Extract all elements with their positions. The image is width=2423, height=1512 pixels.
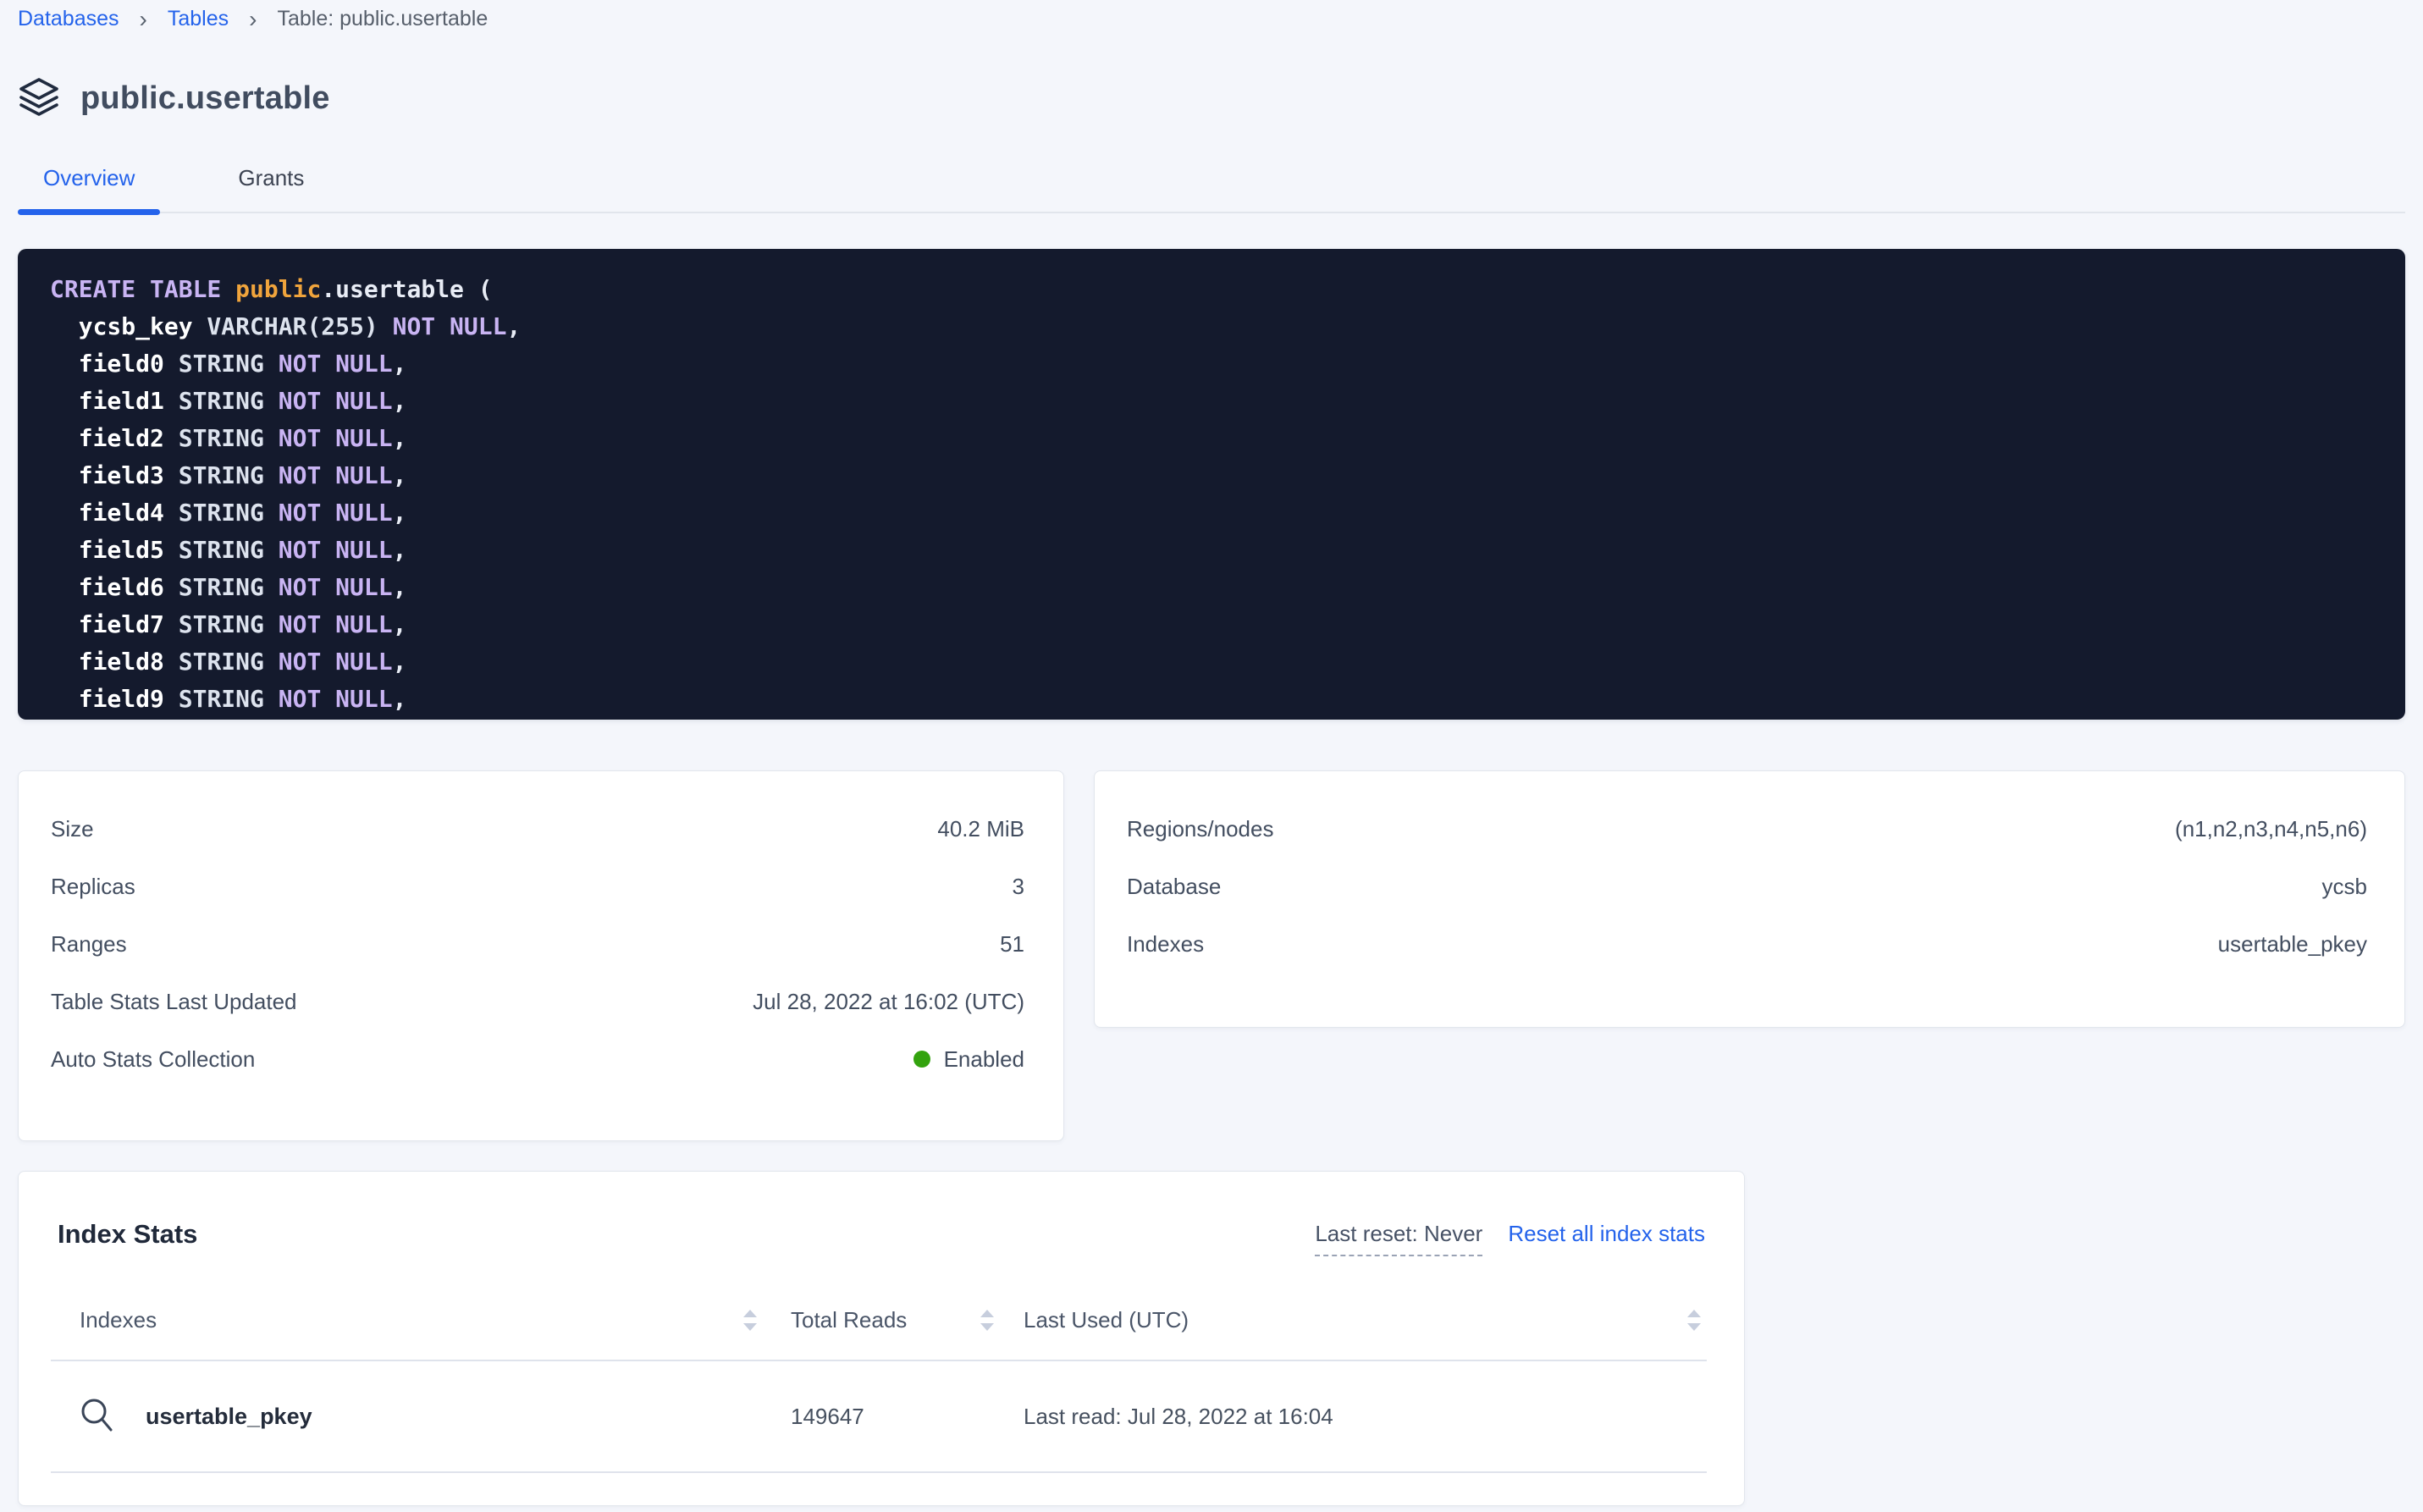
stat-value: 3 xyxy=(1013,874,1024,900)
cell-last-used: Last read: Jul 28, 2022 at 16:04 xyxy=(1000,1404,1707,1430)
breadcrumb-item-tables[interactable]: Tables xyxy=(168,7,229,31)
chevron-right-icon: › xyxy=(140,8,147,30)
sql-line: field2 STRING NOT NULL, xyxy=(50,420,2380,457)
stat-label: Indexes xyxy=(1127,931,1204,957)
column-header-last-used[interactable]: Last Used (UTC) xyxy=(1000,1307,1707,1333)
page-header: public.usertable xyxy=(18,77,2405,119)
last-reset-label: Last reset: Never xyxy=(1315,1221,1482,1256)
table-row: usertable_pkey 149647 Last read: Jul 28,… xyxy=(51,1361,1707,1473)
sql-code[interactable]: CREATE TABLE public.usertable ( ycsb_key… xyxy=(18,249,2405,720)
sql-line: CREATE TABLE public.usertable ( xyxy=(50,271,2380,308)
stat-row-database: Database ycsb xyxy=(1127,858,2367,915)
total-reads-value: 149647 xyxy=(791,1404,864,1430)
index-stats-title: Index Stats xyxy=(58,1219,197,1250)
cell-total-reads: 149647 xyxy=(763,1404,1000,1430)
stat-label: Size xyxy=(51,816,94,842)
sql-line: field5 STRING NOT NULL, xyxy=(50,532,2380,569)
index-stats-actions: Last reset: Never Reset all index stats xyxy=(1315,1219,1705,1256)
sql-line: field9 STRING NOT NULL, xyxy=(50,681,2380,718)
status-text: Enabled xyxy=(944,1046,1024,1073)
page: Databases › Tables › Table: public.usert… xyxy=(0,0,2423,1512)
cell-index-name: usertable_pkey xyxy=(51,1397,763,1436)
sql-line: field3 STRING NOT NULL, xyxy=(50,457,2380,494)
index-name[interactable]: usertable_pkey xyxy=(80,1397,312,1436)
stat-label: Replicas xyxy=(51,874,135,900)
sort-icon[interactable] xyxy=(980,1309,995,1332)
breadcrumb: Databases › Tables › Table: public.usert… xyxy=(18,0,2405,31)
stat-row-ranges: Ranges 51 xyxy=(51,915,1024,973)
column-header-total-reads[interactable]: Total Reads xyxy=(763,1307,1000,1333)
stat-row-stats-updated: Table Stats Last Updated Jul 28, 2022 at… xyxy=(51,973,1024,1030)
column-label: Indexes xyxy=(80,1307,157,1333)
chevron-right-icon: › xyxy=(249,8,257,30)
stat-value: 40.2 MiB xyxy=(937,816,1024,842)
sql-line: field0 STRING NOT NULL, xyxy=(50,345,2380,383)
stat-label: Regions/nodes xyxy=(1127,816,1273,842)
stat-row-replicas: Replicas 3 xyxy=(51,858,1024,915)
stat-label: Ranges xyxy=(51,931,127,957)
stat-row-size: Size 40.2 MiB xyxy=(51,800,1024,858)
stack-icon xyxy=(18,77,60,119)
table-details-card: Size 40.2 MiB Replicas 3 Ranges 51 Table… xyxy=(18,770,1064,1141)
last-used-value: Last read: Jul 28, 2022 at 16:04 xyxy=(1024,1404,1333,1430)
breadcrumb-item-current: Table: public.usertable xyxy=(277,7,488,31)
sql-line: field8 STRING NOT NULL, xyxy=(50,643,2380,681)
table-header-row: Indexes Total Reads Last Used (UTC) xyxy=(51,1280,1707,1361)
status-dot-icon xyxy=(913,1051,930,1068)
summary-cards: Size 40.2 MiB Replicas 3 Ranges 51 Table… xyxy=(18,770,2405,1141)
stat-row-indexes: Indexes usertable_pkey xyxy=(1127,915,2367,973)
index-name-label[interactable]: usertable_pkey xyxy=(146,1404,312,1430)
index-stats-header: Index Stats Last reset: Never Reset all … xyxy=(19,1172,1744,1256)
column-label: Total Reads xyxy=(791,1307,907,1333)
stat-value: 51 xyxy=(1000,931,1024,957)
index-stats-table: Indexes Total Reads Last Used (UTC) xyxy=(51,1280,1707,1473)
column-header-indexes[interactable]: Indexes xyxy=(51,1307,763,1333)
tab-grants[interactable]: Grants xyxy=(212,152,329,212)
stat-value: Jul 28, 2022 at 16:02 (UTC) xyxy=(753,989,1024,1015)
index-stats-card: Index Stats Last reset: Never Reset all … xyxy=(18,1171,1745,1506)
reset-all-index-stats-link[interactable]: Reset all index stats xyxy=(1508,1221,1705,1247)
column-label: Last Used (UTC) xyxy=(1024,1307,1189,1333)
tab-overview[interactable]: Overview xyxy=(18,152,160,212)
sql-line: ycsb_key VARCHAR(255) NOT NULL, xyxy=(50,308,2380,345)
stat-value: Enabled xyxy=(913,1046,1024,1073)
sort-icon[interactable] xyxy=(1686,1309,1702,1332)
table-topology-card: Regions/nodes (n1,n2,n3,n4,n5,n6) Databa… xyxy=(1094,770,2405,1028)
stat-label: Table Stats Last Updated xyxy=(51,989,297,1015)
stat-row-auto-stats: Auto Stats Collection Enabled xyxy=(51,1030,1024,1088)
sql-line: field4 STRING NOT NULL, xyxy=(50,494,2380,532)
stat-value: usertable_pkey xyxy=(2218,931,2367,957)
tabbar: Overview Grants xyxy=(18,152,2405,213)
stat-row-regions: Regions/nodes (n1,n2,n3,n4,n5,n6) xyxy=(1127,800,2367,858)
sql-line: field6 STRING NOT NULL, xyxy=(50,569,2380,606)
breadcrumb-item-databases[interactable]: Databases xyxy=(18,7,119,31)
stat-value: (n1,n2,n3,n4,n5,n6) xyxy=(2175,816,2367,842)
sql-line: field1 STRING NOT NULL, xyxy=(50,383,2380,420)
sql-line: field7 STRING NOT NULL, xyxy=(50,606,2380,643)
stat-label: Database xyxy=(1127,874,1221,900)
stat-value: ycsb xyxy=(2322,874,2367,900)
stat-label: Auto Stats Collection xyxy=(51,1046,255,1073)
magnifier-icon xyxy=(80,1397,117,1436)
sort-icon[interactable] xyxy=(742,1309,758,1332)
page-title: public.usertable xyxy=(80,80,330,117)
